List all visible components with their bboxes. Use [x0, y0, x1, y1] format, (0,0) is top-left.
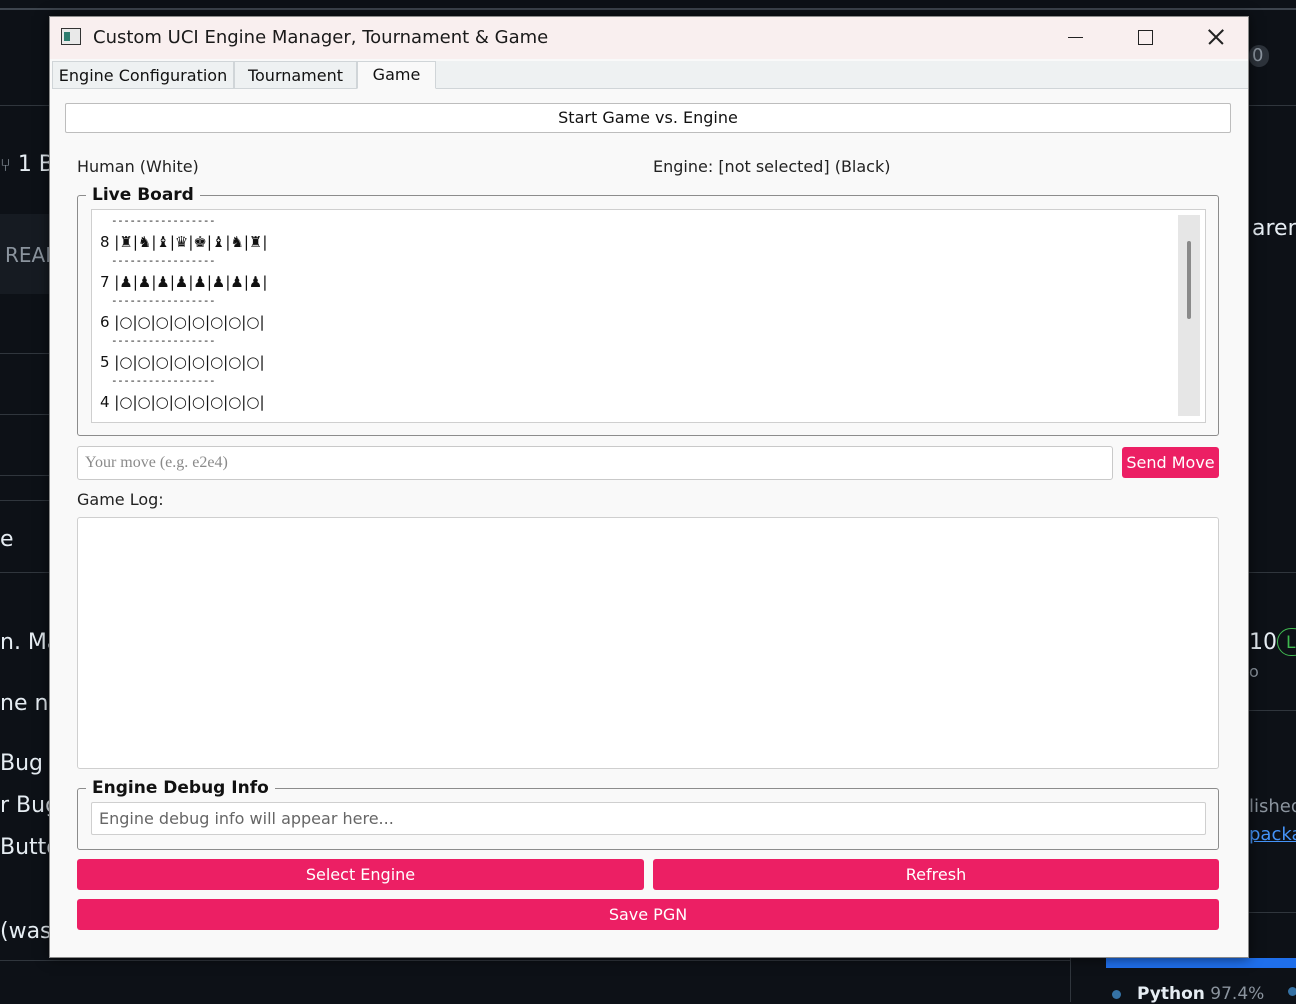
- app-window: Custom UCI Engine Manager, Tournament & …: [49, 16, 1249, 958]
- bg-divider: [0, 105, 50, 106]
- board-rank-5: 5 |○|○|○|○|○|○|○|○|: [100, 353, 265, 371]
- bg-badge: L: [1277, 628, 1296, 656]
- tab-tournament[interactable]: Tournament: [234, 61, 357, 89]
- bg-divider: [1249, 912, 1296, 913]
- board-separator: -----------------: [111, 334, 216, 347]
- bg-divider: [0, 960, 1070, 961]
- select-engine-button[interactable]: Select Engine: [77, 859, 644, 890]
- language-bar: [1106, 958, 1296, 968]
- board-rank-8: 8 |♜|♞|♝|♛|♚|♝|♞|♜|: [100, 233, 268, 251]
- bg-link[interactable]: packag: [1249, 824, 1296, 845]
- engine-debug-group: Engine Debug Info Engine debug info will…: [77, 778, 1219, 850]
- bg-divider: [1249, 105, 1296, 106]
- language-dot-icon: [1288, 987, 1296, 996]
- refresh-button[interactable]: Refresh: [653, 859, 1219, 890]
- board-separator: -----------------: [111, 214, 216, 227]
- bg-divider: [1249, 710, 1296, 711]
- start-game-button[interactable]: Start Game vs. Engine: [65, 103, 1231, 133]
- board-separator: -----------------: [111, 254, 216, 267]
- bg-text: e: [0, 527, 14, 552]
- bg-text: lished: [1249, 796, 1296, 817]
- bg-divider: [0, 475, 50, 476]
- live-board-group: Live Board ----------------- 8 |♜|♞|♝|♛|…: [77, 185, 1219, 436]
- bg-text: Bug: [0, 751, 44, 776]
- white-player-label: Human (White): [77, 157, 199, 176]
- app-icon: [61, 28, 81, 45]
- language-name: Python: [1137, 984, 1205, 1004]
- language-percent: 97.4%: [1210, 984, 1265, 1004]
- minimize-button[interactable]: [1040, 17, 1110, 57]
- black-player-label: Engine: [not selected] (Black): [653, 157, 891, 176]
- board-display[interactable]: ----------------- 8 |♜|♞|♝|♛|♚|♝|♞|♜| --…: [91, 209, 1206, 423]
- engine-debug-title: Engine Debug Info: [86, 778, 275, 798]
- engine-debug-field[interactable]: Engine debug info will appear here...: [91, 802, 1206, 835]
- tab-strip: [436, 61, 1248, 89]
- board-text: ----------------- 8 |♜|♞|♝|♛|♚|♝|♞|♜| --…: [100, 214, 267, 414]
- bg-divider: [0, 500, 50, 501]
- board-rank-6: 6 |○|○|○|○|○|○|○|○|: [100, 313, 265, 331]
- game-log-label: Game Log:: [77, 490, 164, 509]
- tab-engine-configuration[interactable]: Engine Configuration: [52, 61, 234, 89]
- title-bar[interactable]: Custom UCI Engine Manager, Tournament & …: [50, 17, 1248, 59]
- board-separator: -----------------: [111, 374, 216, 387]
- bg-text: aren: [1252, 216, 1296, 241]
- bg-text: 10: [1249, 630, 1277, 655]
- bg-counter: 0: [1249, 45, 1269, 67]
- bg-divider: [0, 572, 50, 573]
- send-move-button[interactable]: Send Move: [1122, 447, 1219, 478]
- bg-text: (was: [0, 919, 52, 944]
- bg-divider: [1070, 958, 1071, 1002]
- live-board-title: Live Board: [86, 185, 200, 205]
- branch-icon: ⑂: [0, 155, 11, 176]
- board-rank-4: 4 |○|○|○|○|○|○|○|○|: [100, 393, 265, 411]
- game-log-area[interactable]: [77, 517, 1219, 769]
- maximize-button[interactable]: [1110, 17, 1180, 57]
- move-input[interactable]: Your move (e.g. e2e4): [77, 446, 1113, 480]
- bg-language: Python 97.4%: [1112, 984, 1264, 1004]
- close-button[interactable]: [1180, 17, 1250, 57]
- bg-divider: [0, 414, 50, 415]
- save-pgn-button[interactable]: Save PGN: [77, 899, 1219, 930]
- game-tab-content: Start Game vs. Engine Human (White) Engi…: [50, 89, 1248, 957]
- board-scrollbar[interactable]: [1178, 215, 1200, 416]
- bg-divider: [0, 8, 1296, 10]
- language-dot-icon: [1112, 990, 1121, 999]
- tab-bar: Engine Configuration Tournament Game: [52, 61, 1248, 89]
- tab-game[interactable]: Game: [357, 61, 436, 89]
- board-separator: -----------------: [111, 294, 216, 307]
- bg-divider: [0, 353, 50, 354]
- bg-text: ⑂ 1 B: [0, 152, 54, 177]
- bg-text: o: [1249, 662, 1259, 681]
- board-rank-7: 7 |♟|♟|♟|♟|♟|♟|♟|♟|: [100, 273, 268, 291]
- bg-divider: [1249, 572, 1296, 573]
- window-title: Custom UCI Engine Manager, Tournament & …: [93, 27, 549, 48]
- board-scrollbar-thumb[interactable]: [1187, 241, 1191, 319]
